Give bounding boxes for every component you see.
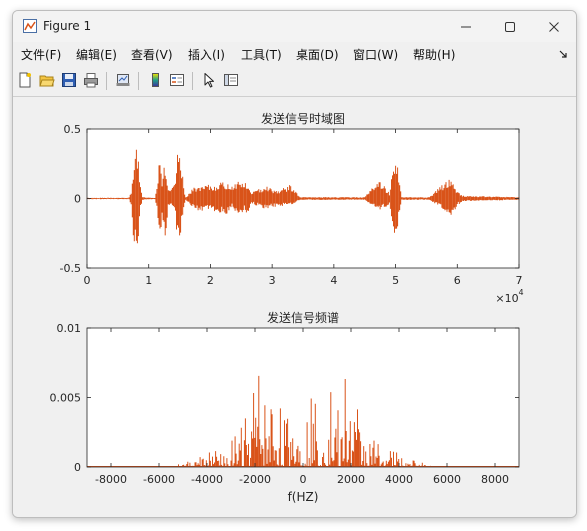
menu-edit[interactable]: 编辑(E)	[76, 46, 117, 63]
maximize-button[interactable]	[488, 11, 532, 42]
x-tick-label: 2000	[337, 473, 365, 486]
link-plot-button[interactable]	[113, 70, 133, 90]
menu-tools[interactable]: 工具(T)	[241, 46, 282, 63]
menu-help[interactable]: 帮助(H)	[413, 46, 455, 63]
window-title: Figure 1	[43, 19, 92, 33]
y-tick-label: 0.5	[64, 123, 82, 136]
edit-plot-pointer-icon	[204, 73, 214, 88]
show-plot-tools-button[interactable]	[221, 70, 241, 90]
x-tick-label: -8000	[95, 473, 127, 486]
x-tick-label: 4	[330, 274, 337, 287]
menu-window[interactable]: 窗口(W)	[353, 46, 398, 63]
figure-canvas: 0 1 2 3 4 5 6 7 -0.5 0 0.5 发送信号时域图 ×10 4 -8000 -6000 -40…	[13, 97, 576, 517]
x-axis-exponent-power: 4	[518, 288, 523, 297]
y-tick-label: 0.005	[50, 392, 82, 405]
x-tick-label: -4000	[191, 473, 223, 486]
y-tick-label: 0	[74, 461, 81, 474]
toolbar-separator	[138, 72, 139, 90]
x-tick-label: 1	[145, 274, 152, 287]
insert-legend-button[interactable]	[167, 70, 187, 90]
toolbar-separator	[192, 72, 193, 90]
menu-file[interactable]: 文件(F)	[21, 46, 61, 63]
x-tick-label: -6000	[143, 473, 175, 486]
print-button[interactable]	[81, 70, 101, 90]
menu-bar: 文件(F) 编辑(E) 查看(V) 插入(I) 工具(T) 桌面(D) 窗口(W…	[13, 43, 576, 65]
x-tick-label: 8000	[481, 473, 509, 486]
toolbar-separator	[106, 72, 107, 90]
save-button[interactable]	[59, 70, 79, 90]
maximize-icon	[505, 21, 515, 32]
open-file-button[interactable]	[37, 70, 57, 90]
menu-desktop[interactable]: 桌面(D)	[296, 46, 339, 63]
title-bar[interactable]: Figure 1	[13, 11, 576, 42]
new-figure-icon	[19, 72, 31, 88]
menu-view[interactable]: 查看(V)	[131, 46, 173, 63]
insert-legend-icon	[170, 74, 184, 86]
close-icon	[549, 21, 559, 32]
y-tick-label: 0.01	[57, 322, 82, 335]
x-tick-label: 0	[84, 274, 91, 287]
x-tick-label: 2	[207, 274, 214, 287]
x-tick-label: 0	[300, 473, 307, 486]
x-tick-label: 4000	[385, 473, 413, 486]
x-axis-exponent: ×10	[495, 292, 518, 305]
insert-colorbar-button[interactable]	[145, 70, 165, 90]
plot-2-title: 发送信号频谱	[267, 310, 339, 325]
menu-dock-arrow-icon[interactable]	[558, 49, 568, 59]
plot-1-title: 发送信号时域图	[261, 111, 345, 126]
print-icon	[84, 73, 98, 88]
menu-insert[interactable]: 插入(I)	[188, 46, 225, 63]
close-button[interactable]	[532, 11, 576, 42]
x-tick-label: 5	[392, 274, 399, 287]
x-tick-label: -2000	[239, 473, 271, 486]
plot-area: 0 1 2 3 4 5 6 7-0.500.5发送信号时域图×10 4-8000 -6000 -40…	[50, 111, 524, 504]
x-tick-label: 7	[516, 274, 523, 287]
show-plot-tools-icon	[224, 74, 238, 86]
figure-window: Figure 1 文件(F) 编辑(E) 查看(V) 插入(I) 工具(T) 桌…	[12, 10, 577, 518]
minimize-icon	[461, 26, 471, 27]
link-plot-icon	[116, 74, 130, 86]
edit-plot-button[interactable]	[199, 70, 219, 90]
save-icon	[62, 73, 76, 87]
x-tick-label: 3	[269, 274, 276, 287]
figure-toolbar	[13, 66, 576, 97]
y-tick-label: 0	[74, 193, 81, 206]
x-tick-label: 6000	[433, 473, 461, 486]
open-file-icon	[39, 75, 55, 87]
x-tick-label: 6	[454, 274, 461, 287]
y-tick-label: -0.5	[60, 262, 81, 275]
minimize-button[interactable]	[444, 11, 488, 42]
plot-2-background	[87, 328, 519, 467]
matlab-figure-icon	[23, 19, 37, 33]
insert-colorbar-icon	[152, 73, 159, 87]
plot-2-xlabel: f(HZ)	[288, 490, 319, 504]
new-figure-button[interactable]	[15, 70, 35, 90]
